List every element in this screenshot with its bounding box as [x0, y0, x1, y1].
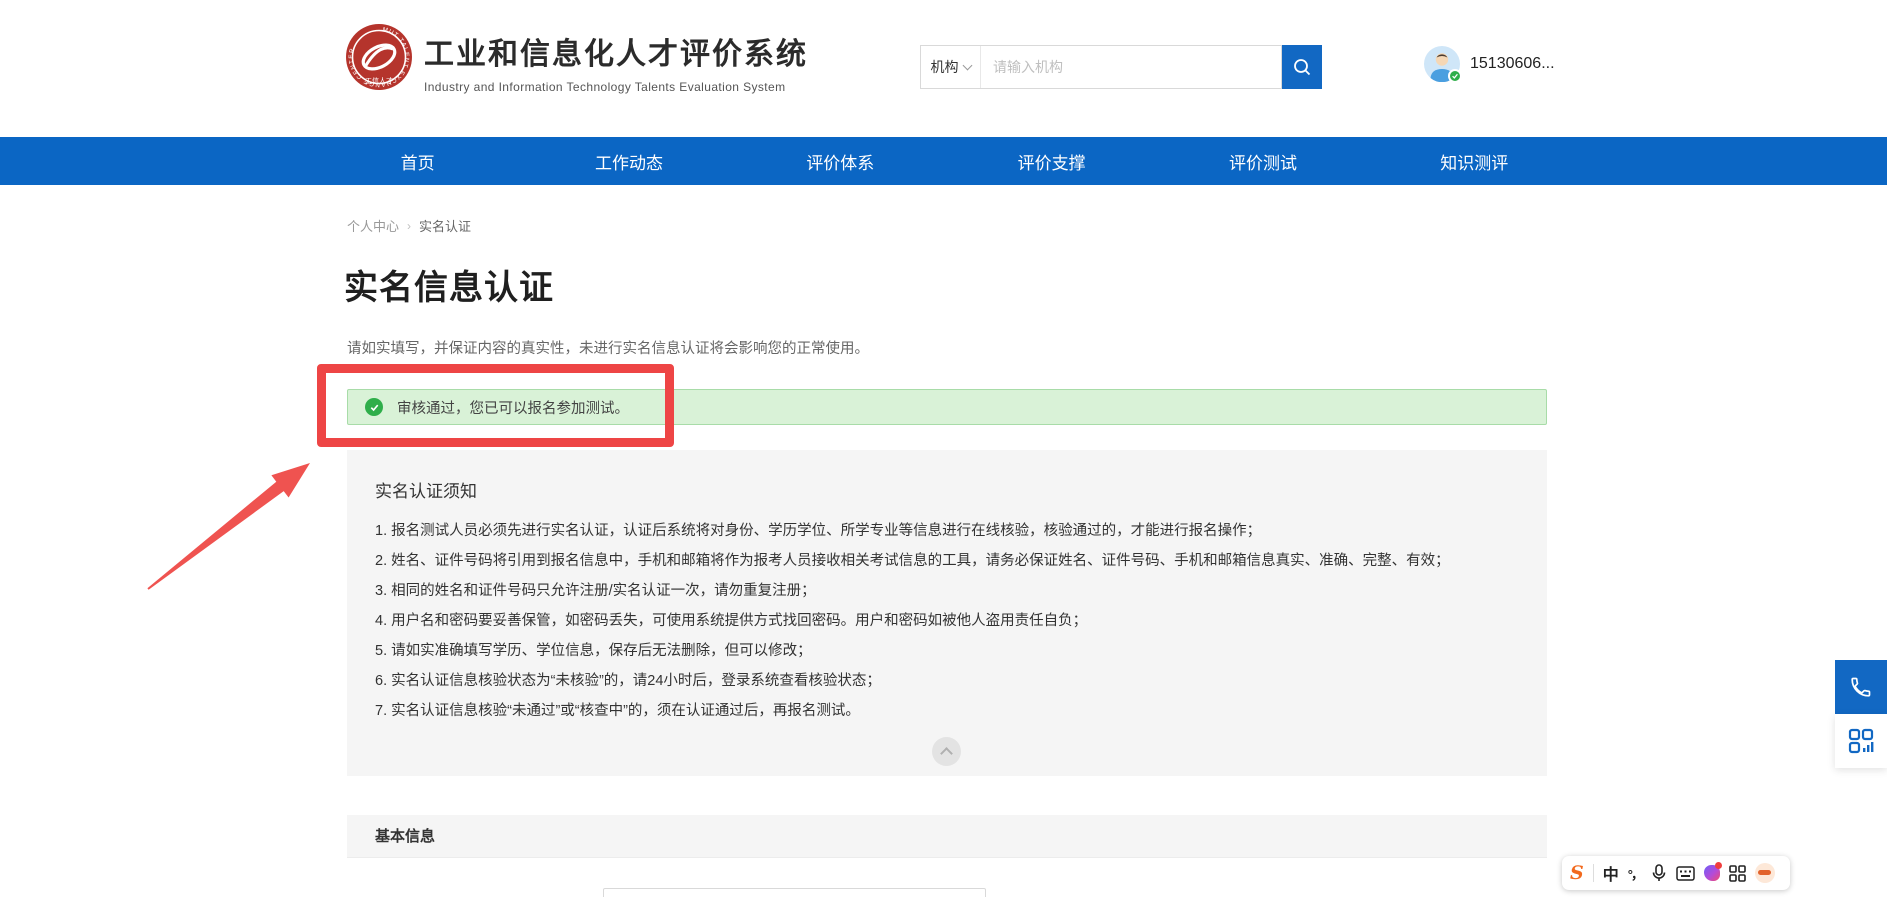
main-navbar: 首页 工作动态 评价体系 评价支撑 评价测试 知识测评 — [0, 137, 1887, 185]
ime-toolbar: S 中 °， — [1562, 856, 1790, 890]
page-title: 实名信息认证 — [344, 269, 554, 307]
svg-text:工信人才: 工信人才 — [365, 76, 393, 85]
keyboard-icon — [1676, 865, 1695, 881]
ime-voice-button[interactable] — [1651, 864, 1667, 882]
nav-item-knowledge-test[interactable]: 知识测评 — [1369, 137, 1580, 185]
search-icon — [1294, 59, 1311, 76]
annotation-arrow-icon — [147, 463, 310, 590]
search-button[interactable] — [1282, 45, 1322, 89]
brand-block: 工业和信息化人才评价系统 Industry and Information Te… — [424, 29, 808, 94]
site-title: 工业和信息化人才评价系统 — [424, 38, 808, 71]
notice-item: 3. 相同的姓名和证件号码只允许注册/实名认证一次，请勿重复注册； — [375, 583, 816, 599]
ime-divider — [1592, 864, 1594, 882]
search-category-select[interactable]: 机构 — [921, 46, 981, 88]
breadcrumb-current: 实名认证 — [419, 219, 472, 234]
page-subtitle: 请如实填写，并保证内容的真实性，未进行实名信息认证将会影响您的正常使用。 — [347, 341, 869, 357]
nav-item-work-news[interactable]: 工作动态 — [523, 137, 734, 185]
ime-punctuation-button[interactable]: °， — [1628, 864, 1644, 883]
breadcrumb: 个人中心 › 实名认证 — [347, 216, 471, 235]
notice-title: 实名认证须知 — [375, 482, 477, 501]
nav-item-home[interactable]: 首页 — [312, 137, 523, 185]
nav-items: 首页 工作动态 评价体系 评价支撑 评价测试 知识测评 — [312, 137, 1580, 185]
ime-language-mode-button[interactable]: 中 — [1603, 861, 1619, 885]
phone-icon — [1851, 677, 1871, 697]
breadcrumb-separator-icon: › — [407, 218, 412, 233]
dashboard-apps-button[interactable] — [1835, 714, 1887, 768]
floating-sidebar — [1835, 660, 1887, 768]
alert-message: 审核通过，您已可以报名参加测试。 — [397, 400, 629, 417]
site-subtitle: Industry and Information Technology Tale… — [424, 80, 786, 94]
form-input-partial[interactable] — [603, 888, 986, 897]
dashboard-icon — [1848, 728, 1874, 754]
search-frame: 机构 — [920, 45, 1282, 89]
nav-item-evaluation-system[interactable]: 评价体系 — [735, 137, 946, 185]
breadcrumb-personal-center[interactable]: 个人中心 — [347, 216, 399, 235]
avatar — [1424, 46, 1462, 83]
notice-item: 6. 实名认证信息核验状态为“未核验”的，请24小时后，登录系统查看核验状态； — [375, 673, 881, 689]
search-group: 机构 — [920, 45, 1322, 89]
search-category-label: 机构 — [930, 59, 959, 75]
contact-phone-button[interactable] — [1835, 660, 1887, 714]
notice-item: 2. 姓名、证件号码将引用到报名信息中，手机和邮箱将作为报考人员接收相关考试信息… — [375, 553, 1450, 569]
ime-blob-icon — [1703, 862, 1722, 881]
realname-notice-panel: 实名认证须知 1. 报名测试人员必须先进行实名认证，认证后系统将对身份、学历学位… — [347, 450, 1547, 776]
site-header: MIIT TALENT EXCHANGE CENTER 工信人才 工业和信息化人… — [0, 0, 1887, 137]
page: MIIT TALENT EXCHANGE CENTER 工信人才 工业和信息化人… — [0, 0, 1887, 897]
nav-item-evaluation-support[interactable]: 评价支撑 — [946, 137, 1157, 185]
nav-item-evaluation-test[interactable]: 评价测试 — [1157, 137, 1368, 185]
miit-logo-seal-icon: MIIT TALENT EXCHANGE CENTER 工信人才 — [346, 24, 412, 90]
chevron-up-icon — [940, 747, 953, 760]
grid-toolbox-icon — [1729, 864, 1746, 882]
notice-item: 1. 报名测试人员必须先进行实名认证，认证后系统将对身份、学历学位、所学专业等信… — [375, 523, 1262, 539]
notice-item: 4. 用户名和密码要妥善保管，如密码丢失，可使用系统提供方式找回密码。用户和密码… — [375, 613, 1088, 629]
verified-badge-icon — [1448, 69, 1462, 83]
ime-logo-icon[interactable]: S — [1570, 862, 1584, 884]
notice-list: 1. 报名测试人员必须先进行实名认证，认证后系统将对身份、学历学位、所学专业等信… — [375, 516, 1450, 726]
microphone-icon — [1652, 864, 1666, 881]
collapse-notice-button[interactable] — [932, 737, 961, 766]
ime-emoji-button[interactable] — [1754, 863, 1775, 883]
ime-skin-button[interactable] — [1703, 862, 1722, 881]
ime-toolbox-button[interactable] — [1729, 864, 1746, 882]
success-check-icon — [365, 398, 383, 416]
chevron-down-icon — [962, 60, 972, 70]
emoji-face-icon — [1754, 863, 1775, 883]
search-input[interactable] — [981, 46, 1281, 88]
user-account[interactable]: 15130606... — [1424, 46, 1555, 83]
notice-item: 5. 请如实准确填写学历、学位信息，保存后无法删除，但可以修改； — [375, 643, 812, 659]
user-phone-label: 15130606... — [1470, 55, 1555, 72]
ime-keyboard-button[interactable] — [1676, 865, 1695, 881]
notice-item: 7. 实名认证信息核验“未通过”或“核查中”的，须在认证通过后，再报名测试。 — [375, 703, 860, 719]
basic-info-section-header: 基本信息 — [347, 815, 1547, 858]
approval-status-alert: 审核通过，您已可以报名参加测试。 — [347, 389, 1547, 425]
